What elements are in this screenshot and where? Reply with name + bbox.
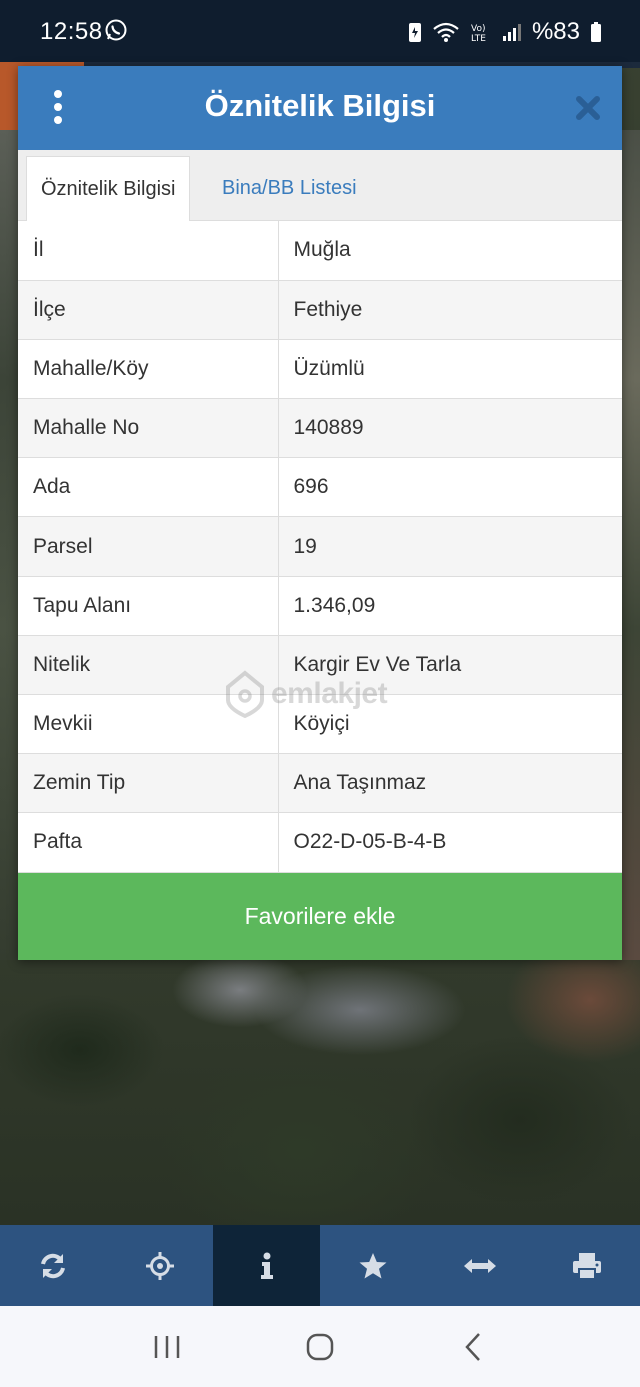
attribute-info-dialog: Öznitelik Bilgisi Öznitelik Bilgisi Bina… [18,66,622,960]
table-row: Pafta O22-D-05-B-4-B [18,812,622,873]
locate-button[interactable] [107,1225,214,1306]
row-key: Parsel [18,516,279,577]
table-row: İlçe Fethiye [18,280,622,340]
tab-attribute-info[interactable]: Öznitelik Bilgisi [26,156,191,221]
row-value: 1.346,09 [278,576,622,636]
battery-percentage: %83 [531,18,580,45]
table-row: Tapu Alanı 1.346,09 [18,576,622,636]
status-bar: 12:58 Vo) LTE %83 [0,0,640,62]
measure-arrows-icon [463,1258,496,1273]
refresh-button[interactable] [0,1225,107,1306]
battery-saver-icon [408,21,422,43]
table-row: Zemin Tip Ana Taşınmaz [18,753,622,814]
dialog-title: Öznitelik Bilgisi [204,88,436,123]
row-key: İlçe [18,280,279,340]
signal-icon [502,22,522,42]
star-icon [359,1252,387,1278]
whatsapp-icon [104,18,128,42]
row-value: 19 [278,516,622,577]
crosshair-icon [145,1251,174,1280]
row-key: Ada [18,457,279,518]
attribute-table: İl Muğla İlçe Fethiye Mahalle/Köy Üzümlü… [18,221,622,873]
svg-text:LTE: LTE [471,34,486,43]
info-button[interactable] [213,1225,320,1306]
row-key: Pafta [18,812,279,873]
table-row: Mahalle/Köy Üzümlü [18,339,622,400]
row-key: İl [18,221,279,281]
close-icon[interactable] [574,94,602,122]
row-value: 696 [278,457,622,518]
measure-button[interactable] [427,1225,534,1306]
row-value: Muğla [278,221,622,281]
home-button[interactable] [300,1327,340,1367]
emlakjet-watermark: emlakjet [225,666,425,722]
wifi-icon [432,21,460,43]
table-row: Ada 696 [18,457,622,518]
row-value: Ana Taşınmaz [278,753,622,814]
row-value: Üzümlü [278,339,622,400]
refresh-icon [41,1253,66,1278]
back-button[interactable] [453,1327,493,1367]
map-left-edge [0,130,18,960]
house-pin-icon [226,670,264,718]
row-value: 140889 [278,398,622,459]
tab-bar: Öznitelik Bilgisi Bina/BB Listesi [18,150,622,221]
back-icon [465,1332,481,1361]
svg-text:Vo): Vo) [471,24,485,34]
tab-building-list[interactable]: Bina/BB Listesi [208,156,371,221]
table-row: Mahalle No 140889 [18,398,622,459]
favorites-button[interactable] [320,1225,427,1306]
map-right-edge [622,130,640,960]
android-nav-bar [0,1306,640,1387]
row-key: Mahalle No [18,398,279,459]
watermark-text: emlakjet [271,677,388,710]
home-icon [306,1333,334,1360]
row-value: O22-D-05-B-4-B [278,812,622,873]
battery-icon [590,21,602,43]
status-icons: Vo) LTE %83 [408,18,602,46]
table-row: İl Muğla [18,221,622,281]
print-button[interactable] [533,1225,640,1306]
info-icon [260,1252,273,1279]
recent-apps-button[interactable] [147,1327,187,1367]
print-icon [572,1252,601,1280]
row-value: Fethiye [278,280,622,340]
row-key: Zemin Tip [18,753,279,814]
status-time: 12:58 [40,18,103,45]
table-row: Parsel 19 [18,516,622,577]
dialog-header: Öznitelik Bilgisi [18,66,622,150]
add-to-favorites-button[interactable]: Favorilere ekle [18,873,622,960]
recent-apps-icon [154,1335,179,1358]
row-key: Mahalle/Köy [18,339,279,400]
bottom-toolbar [0,1225,640,1306]
row-key: Tapu Alanı [18,576,279,636]
volte-icon: Vo) LTE [470,21,492,43]
